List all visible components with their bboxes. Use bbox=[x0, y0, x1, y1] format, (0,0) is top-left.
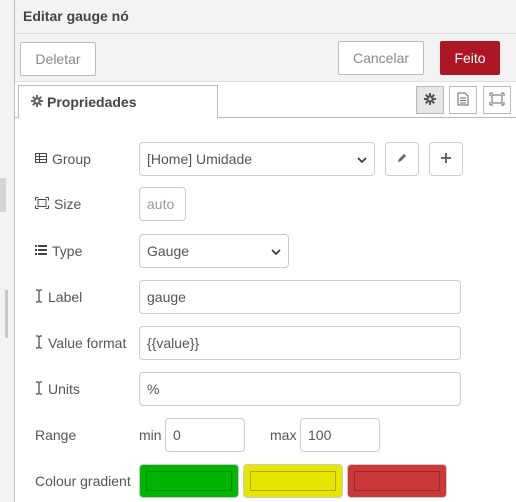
value-format-input[interactable]: {{value}} bbox=[139, 326, 461, 360]
range-min-label: min bbox=[139, 427, 162, 443]
done-button[interactable]: Feito bbox=[440, 41, 500, 75]
range-label-text: Range bbox=[35, 427, 77, 443]
range-label: Range bbox=[35, 418, 76, 452]
range-min-value: 0 bbox=[173, 427, 181, 443]
size-button[interactable]: auto bbox=[139, 187, 186, 221]
units-input[interactable]: % bbox=[139, 372, 461, 406]
chevron-down-icon bbox=[271, 243, 281, 259]
type-select[interactable]: Gauge bbox=[139, 234, 289, 268]
colour-gradient-row: Colour gradient bbox=[35, 464, 505, 498]
value-format-row: Value format {{value}} bbox=[35, 326, 505, 360]
value-format-input-value: {{value}} bbox=[147, 335, 200, 351]
edit-tray: Editar gauge nó Deletar Cancelar Feito P… bbox=[14, 0, 516, 502]
colour-gradient-label: Colour gradient bbox=[35, 464, 131, 498]
units-input-value: % bbox=[147, 381, 160, 397]
units-label-text: Units bbox=[48, 381, 80, 397]
canvas-scroll-marker bbox=[5, 290, 8, 338]
tab-properties-label: Propriedades bbox=[47, 94, 137, 110]
range-max-value: 100 bbox=[308, 427, 332, 443]
group-label-text: Group bbox=[52, 151, 91, 167]
label-field-label-text: Label bbox=[48, 289, 83, 305]
colour-swatch-1-fill bbox=[146, 471, 232, 491]
colour-swatch-3-fill bbox=[354, 471, 440, 491]
list-icon bbox=[35, 243, 47, 259]
tab-properties[interactable]: Propriedades bbox=[18, 85, 218, 119]
colour-swatch-1[interactable] bbox=[139, 464, 239, 498]
group-row: Group [Home] Umidade bbox=[35, 142, 505, 176]
frame-icon bbox=[489, 92, 505, 109]
text-cursor-icon bbox=[35, 288, 43, 306]
range-max-label: max bbox=[270, 427, 297, 443]
tray-toolbar: Deletar Cancelar Feito bbox=[15, 34, 516, 82]
description-tab-button[interactable] bbox=[449, 86, 477, 114]
document-icon bbox=[457, 92, 469, 109]
tray-title: Editar gauge nó bbox=[15, 0, 516, 34]
size-value: auto bbox=[147, 196, 175, 212]
value-format-label: Value format bbox=[35, 326, 126, 360]
size-label: Size bbox=[35, 187, 81, 221]
properties-tab-button[interactable] bbox=[416, 86, 444, 114]
range-row: Range min 0 max 100 bbox=[35, 418, 505, 452]
table-icon bbox=[35, 151, 47, 167]
gear-icon bbox=[31, 94, 43, 110]
plus-icon bbox=[440, 151, 452, 167]
value-format-label-text: Value format bbox=[48, 335, 127, 351]
gear-icon bbox=[424, 92, 436, 108]
size-row: Size auto bbox=[35, 187, 505, 221]
colour-swatch-2-fill bbox=[250, 471, 336, 491]
units-label: Units bbox=[35, 372, 80, 406]
type-label-text: Type bbox=[52, 243, 83, 259]
edit-group-button[interactable] bbox=[385, 142, 419, 176]
group-label: Group bbox=[35, 142, 91, 176]
range-max-input[interactable]: 100 bbox=[300, 418, 380, 452]
text-cursor-icon bbox=[35, 380, 43, 398]
group-select[interactable]: [Home] Umidade bbox=[139, 142, 375, 176]
colour-swatch-3[interactable] bbox=[347, 464, 447, 498]
canvas-node-fragment bbox=[0, 178, 6, 212]
resize-icon bbox=[35, 196, 49, 212]
chevron-down-icon bbox=[357, 151, 367, 167]
label-input[interactable]: gauge bbox=[139, 280, 461, 314]
label-row: Label gauge bbox=[35, 280, 505, 314]
units-row: Units % bbox=[35, 372, 505, 406]
label-field-label: Label bbox=[35, 280, 82, 314]
add-group-button[interactable] bbox=[429, 142, 463, 176]
colour-swatch-2[interactable] bbox=[243, 464, 343, 498]
text-cursor-icon bbox=[35, 334, 43, 352]
size-label-text: Size bbox=[54, 196, 82, 212]
workspace-canvas bbox=[0, 0, 14, 502]
colour-gradient-label-text: Colour gradient bbox=[35, 473, 131, 489]
type-select-value: Gauge bbox=[147, 243, 190, 259]
tab-bar: Propriedades bbox=[15, 82, 516, 119]
appearance-tab-button[interactable] bbox=[483, 86, 511, 114]
range-min-input[interactable]: 0 bbox=[165, 418, 245, 452]
label-input-value: gauge bbox=[147, 289, 186, 305]
delete-button[interactable]: Deletar bbox=[20, 42, 96, 76]
type-label: Type bbox=[35, 234, 82, 268]
group-select-value: [Home] Umidade bbox=[147, 151, 253, 167]
type-row: Type Gauge bbox=[35, 234, 505, 268]
cancel-button[interactable]: Cancelar bbox=[338, 41, 424, 75]
pencil-icon bbox=[396, 151, 408, 167]
